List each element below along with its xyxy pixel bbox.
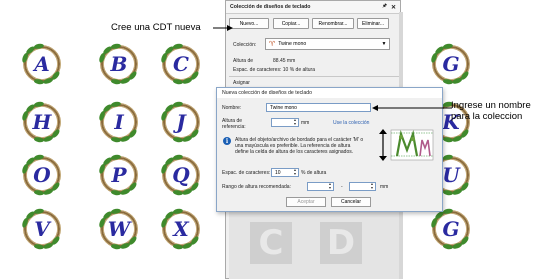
height-illustration [377, 128, 435, 162]
name-input[interactable]: Twine mono [266, 103, 371, 112]
wreath-badge: X [159, 207, 203, 251]
copy-button[interactable]: Copiar... [273, 18, 309, 29]
spacing-unit: % de altura [301, 170, 327, 176]
wreath-letter: U [442, 163, 461, 187]
close-icon[interactable]: ✕ [391, 4, 396, 11]
ok-button[interactable]: Aceptar [286, 197, 326, 207]
height-label: Altura de [233, 58, 254, 64]
wreath-letter: B [110, 52, 128, 76]
callout-arrow-left [213, 25, 233, 31]
info-icon: i [223, 137, 231, 145]
wreath-badge: H [20, 100, 64, 144]
preview-letter-c[interactable]: C [250, 222, 292, 264]
pin-icon[interactable]: 🖈︎ [382, 3, 387, 11]
range-label: Rango de altura recomendada: [222, 184, 291, 190]
spacing-label: Espac. de caracteres: [222, 170, 271, 176]
spacing-stepper[interactable]: ▲ ▼ [292, 168, 298, 176]
wreath-badge: B [97, 42, 141, 86]
preview-letter-d[interactable]: D [320, 222, 362, 264]
wreath-letter: V [34, 217, 52, 241]
info-text-3: define la celda de altura de los caracte… [235, 149, 354, 155]
wreath-badge: W [97, 207, 141, 251]
wreath-letter: W [108, 217, 133, 241]
collection-label: Colección: [233, 42, 257, 48]
wreath-letter: G [442, 217, 459, 241]
wreath-letter: I [113, 110, 124, 134]
panel-title: Colección de diseños de teclado [230, 4, 311, 10]
ref-height-stepper[interactable]: ▲ ▼ [292, 118, 298, 126]
panel-title-bar: Colección de diseños de teclado 🖈︎ ✕ [226, 1, 400, 14]
wreath-letter: C [173, 52, 189, 76]
rename-button[interactable]: Renombrar... [312, 18, 354, 29]
range-min-stepper[interactable]: ▲ ▼ [327, 182, 333, 190]
chevron-down-icon: ▼ [381, 41, 387, 47]
wreath-letter: A [32, 52, 50, 76]
ref-height-unit: mm [301, 120, 310, 126]
collection-icon: ♈︎ [269, 41, 276, 48]
wreath-letter: H [32, 110, 53, 134]
wreath-letter: Q [172, 163, 190, 187]
callout-arrow-right [372, 105, 452, 111]
wreath-badge: Q [159, 153, 203, 197]
range-max-stepper[interactable]: ▲ ▼ [369, 182, 375, 190]
panel-divider [229, 76, 399, 77]
height-value: 88.45 mm [273, 58, 296, 64]
cancel-button[interactable]: Cancelar [331, 197, 371, 207]
range-separator: - [341, 184, 343, 190]
wreath-badge: G [429, 42, 473, 86]
assign-label: Asignar [233, 80, 250, 86]
wreath-badge: A [20, 42, 64, 86]
wreath-badge: V [20, 207, 64, 251]
wreath-letter: J [172, 110, 187, 134]
wreath-badge: J [159, 100, 203, 144]
callout-create-cdt: Cree una CDT nueva [111, 22, 201, 33]
spacing-summary: Espac. de caracteres: 10 % de altura [233, 67, 315, 73]
ref-height-label-2: referencia: [222, 124, 246, 130]
use-collection-link[interactable]: Use la colección [333, 120, 369, 126]
wreath-badge: O [20, 153, 64, 197]
range-unit: mm [380, 184, 389, 190]
wreath-badge: I [97, 100, 141, 144]
wreath-badge: P [97, 153, 141, 197]
dialog-title: Nueva colección de diseños de teclado [217, 88, 442, 98]
name-label: Nombre: [222, 105, 242, 111]
wreath-letter: O [33, 163, 51, 187]
new-button[interactable]: Nuevo... [229, 18, 269, 29]
collection-value: Twine mono [278, 41, 307, 47]
delete-button[interactable]: Eliminar... [357, 18, 389, 29]
wreath-letter: P [110, 163, 127, 187]
callout-enter-name: Ingrese un nombre para la coleccion [451, 100, 531, 122]
wreath-letter: X [171, 217, 190, 241]
wreath-letter: G [442, 52, 459, 76]
wreath-badge: C [159, 42, 203, 86]
wreath-badge: G [429, 207, 473, 251]
collection-select[interactable]: ♈︎ Twine mono ▼ [265, 38, 390, 50]
